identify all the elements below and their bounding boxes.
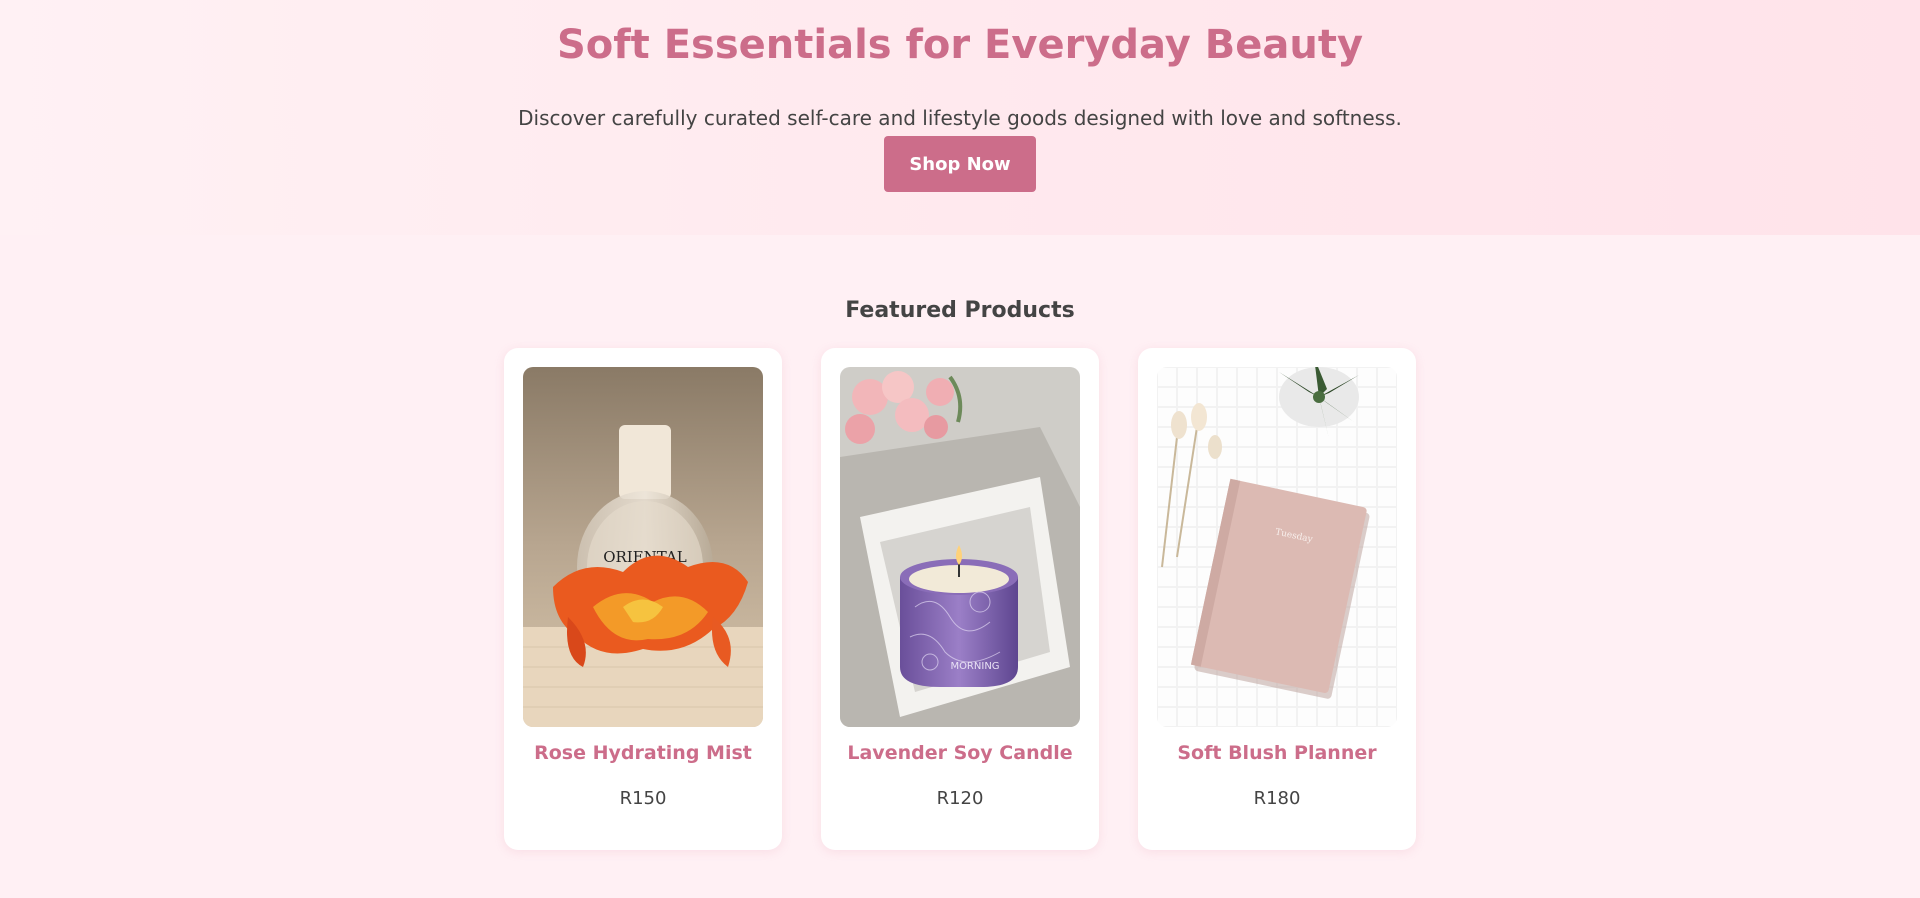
product-card-lavender-soy-candle[interactable]: MORNING Lavender Soy Candle R120 xyxy=(821,348,1099,850)
product-name[interactable]: Soft Blush Planner xyxy=(1138,742,1416,764)
product-image-candle[interactable]: MORNING xyxy=(840,367,1080,727)
product-card-rose-hydrating-mist[interactable]: ORIENTAL Rose Hydrating Mist R150 xyxy=(504,348,782,850)
product-name[interactable]: Rose Hydrating Mist xyxy=(504,742,782,764)
product-name[interactable]: Lavender Soy Candle xyxy=(821,742,1099,764)
product-card-soft-blush-planner[interactable]: Tuesday Soft Blush Planner R180 xyxy=(1138,348,1416,850)
hero-title: Soft Essentials for Everyday Beauty xyxy=(556,22,1364,68)
featured-products-title: Featured Products xyxy=(845,298,1075,323)
hero-banner: Soft Essentials for Everyday Beauty Disc… xyxy=(0,0,1920,235)
candle-label: MORNING xyxy=(950,661,999,672)
shop-now-button[interactable]: Shop Now xyxy=(884,136,1036,192)
hero-subtitle: Discover carefully curated self-care and… xyxy=(518,106,1402,130)
product-price: R180 xyxy=(1253,788,1301,809)
product-image-planner[interactable]: Tuesday xyxy=(1157,367,1397,727)
product-image-perfume[interactable]: ORIENTAL xyxy=(523,367,763,727)
product-price: R120 xyxy=(936,788,984,809)
product-price: R150 xyxy=(619,788,667,809)
